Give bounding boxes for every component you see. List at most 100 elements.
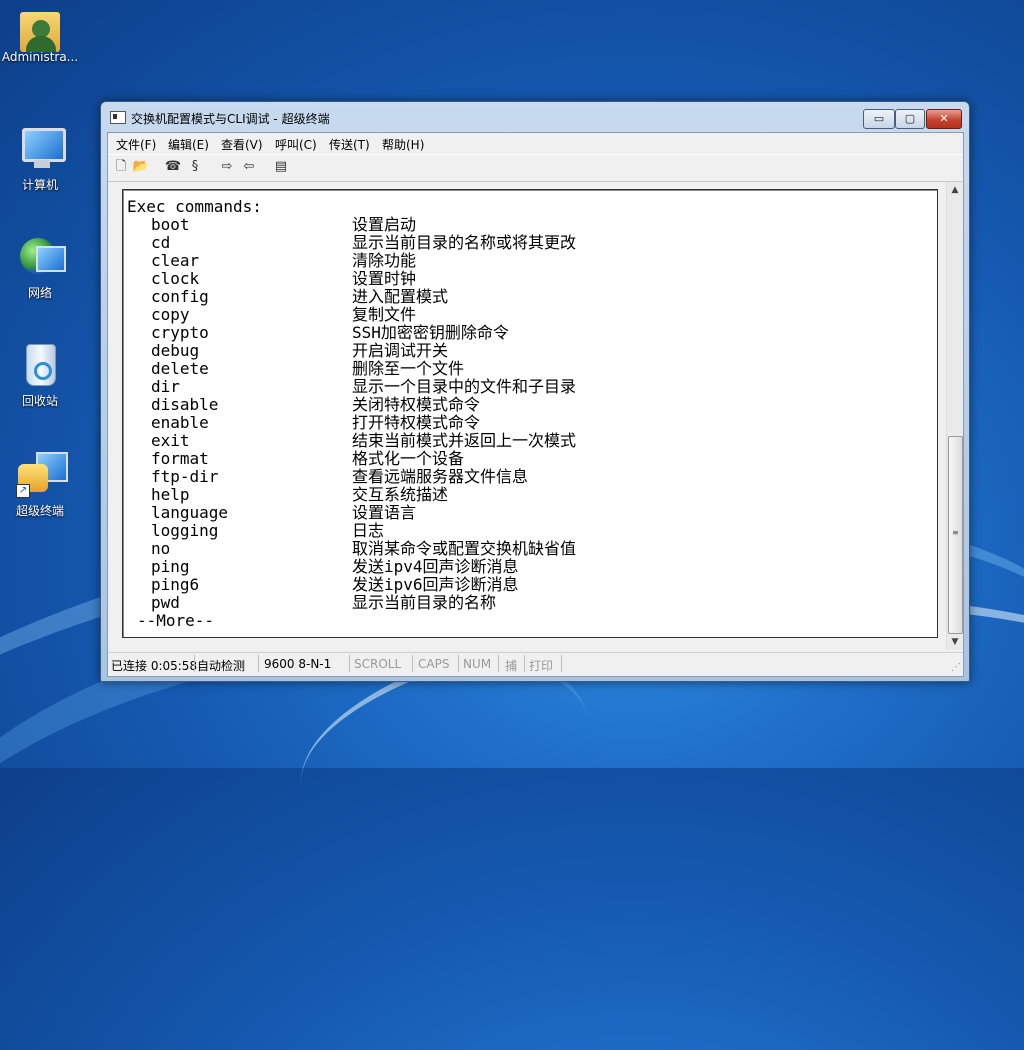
desktop-icon-network[interactable]: 网络 xyxy=(0,232,80,301)
command-description: 结束当前模式并返回上一次模式 xyxy=(352,431,577,450)
command-description: 设置启动 xyxy=(352,215,417,234)
status-capture: 捕 xyxy=(505,659,518,673)
window-title: 交换机配置模式与CLI调试 - 超级终端 xyxy=(131,112,330,126)
command-name: language xyxy=(151,503,229,522)
menu-bar: 文件(F) 编辑(E) 查看(V) 呼叫(C) 传送(T) 帮助(H) xyxy=(108,133,963,153)
command-description: 显示当前目录的名称或将其更改 xyxy=(352,233,577,252)
send-icon[interactable]: ⇨ xyxy=(218,158,236,176)
command-description: 显示一个目录中的文件和子目录 xyxy=(352,377,577,396)
command-description: 显示当前目录的名称 xyxy=(352,593,497,612)
command-name: ping6 xyxy=(151,575,200,594)
command-description: 设置语言 xyxy=(352,503,417,522)
command-name: ftp-dir xyxy=(151,467,219,486)
command-name: config xyxy=(151,287,209,306)
computer-icon xyxy=(16,124,66,172)
more-prompt: --More-- xyxy=(137,611,215,630)
status-bar: 已连接 0:05:58 自动检测 9600 8-N-1 SCROLL CAPS … xyxy=(108,652,963,675)
hyperterminal-window: 交换机配置模式与CLI调试 - 超级终端 ▭ ▢ ✕ 文件(F) 编辑(E) 查… xyxy=(100,101,970,682)
call-icon[interactable]: ☎ xyxy=(164,158,182,176)
status-caps: CAPS xyxy=(418,657,450,671)
status-detect: 自动检测 xyxy=(197,659,246,673)
command-name: crypto xyxy=(151,323,209,342)
command-description: 清除功能 xyxy=(352,251,417,270)
desktop-icon-label: 网络 xyxy=(27,286,52,300)
command-description: 格式化一个设备 xyxy=(352,449,465,468)
command-description: 查看远端服务器文件信息 xyxy=(352,467,529,486)
command-name: disable xyxy=(151,395,219,414)
command-description: 开启调试开关 xyxy=(352,341,449,360)
minimize-button[interactable]: ▭ xyxy=(863,109,895,129)
desktop-icon-label: 超级终端 xyxy=(15,504,64,518)
command-name: dir xyxy=(151,377,180,396)
desktop-icon-label: Administra... xyxy=(1,50,79,64)
new-icon[interactable]: 🗋 xyxy=(112,158,130,176)
toolbar: 🗋 📂 ☎ § ⇨ ⇦ ▤ xyxy=(108,154,963,182)
terminal-area: Exec commands: boot 设置启动 cd 显示当前目录的名称或将其更改 c… xyxy=(109,182,945,650)
hyperterminal-icon: ↗ xyxy=(16,450,68,498)
scroll-up-arrow[interactable]: ▲ xyxy=(947,182,963,198)
resize-grip[interactable]: ⋰ xyxy=(951,662,961,673)
command-name: no xyxy=(151,539,171,558)
desktop-icon-computer[interactable]: 计算机 xyxy=(0,124,80,193)
command-description: 日志 xyxy=(352,521,385,540)
command-name: clock xyxy=(151,269,200,288)
terminal-header: Exec commands: xyxy=(127,197,262,216)
app-icon[interactable] xyxy=(110,111,126,124)
network-icon xyxy=(16,232,66,280)
status-port: 9600 8-N-1 xyxy=(264,657,332,671)
command-name: clear xyxy=(151,251,200,270)
command-name: delete xyxy=(151,359,209,378)
scroll-thumb[interactable]: ≡ xyxy=(948,436,963,634)
command-name: debug xyxy=(151,341,200,360)
status-connected: 已连接 0:05:58 xyxy=(111,659,198,673)
user-folder-icon xyxy=(20,12,60,52)
terminal-screen[interactable]: Exec commands: boot 设置启动 cd 显示当前目录的名称或将其更改 c… xyxy=(122,189,938,638)
command-name: help xyxy=(151,485,190,504)
command-description: 取消某命令或配置交换机缺省值 xyxy=(352,539,577,558)
receive-icon[interactable]: ⇦ xyxy=(240,158,258,176)
maximize-button[interactable]: ▢ xyxy=(895,109,925,129)
desktop-icon-label: 计算机 xyxy=(21,178,58,192)
command-name: ping xyxy=(151,557,190,576)
menu-help[interactable]: 帮助(H) xyxy=(382,136,424,153)
command-description: 发送ipv6回声诊断消息 xyxy=(352,575,519,594)
menu-edit[interactable]: 编辑(E) xyxy=(168,136,209,153)
command-name: cd xyxy=(151,233,171,252)
command-name: logging xyxy=(151,521,219,540)
command-description: 设置时钟 xyxy=(352,269,417,288)
status-scroll: SCROLL xyxy=(354,657,402,671)
disconnect-icon[interactable]: § xyxy=(186,158,204,176)
command-name: format xyxy=(151,449,209,468)
command-name: exit xyxy=(151,431,190,450)
command-name: copy xyxy=(151,305,190,324)
command-name: boot xyxy=(151,215,190,234)
desktop-icon-recycle-bin[interactable]: 回收站 xyxy=(0,340,80,409)
properties-icon[interactable]: ▤ xyxy=(272,158,290,176)
status-num: NUM xyxy=(463,657,492,671)
command-description: 复制文件 xyxy=(352,305,417,324)
command-description: 发送ipv4回声诊断消息 xyxy=(352,557,519,576)
vertical-scrollbar[interactable]: ▲ ≡ ▼ xyxy=(946,182,963,650)
desktop-icon-label: 回收站 xyxy=(21,394,58,408)
scroll-down-arrow[interactable]: ▼ xyxy=(947,634,963,650)
title-bar[interactable]: 交换机配置模式与CLI调试 - 超级终端 ▭ ▢ ✕ xyxy=(101,102,969,132)
command-name: pwd xyxy=(151,593,180,612)
close-button[interactable]: ✕ xyxy=(926,109,962,129)
command-description: 进入配置模式 xyxy=(352,287,449,306)
window-client: 文件(F) 编辑(E) 查看(V) 呼叫(C) 传送(T) 帮助(H) 🗋 📂 … xyxy=(107,132,964,677)
desktop-icon-hyperterminal[interactable]: ↗ 超级终端 xyxy=(0,450,80,519)
recycle-bin-icon xyxy=(16,340,64,388)
menu-view[interactable]: 查看(V) xyxy=(221,136,263,153)
menu-transfer[interactable]: 传送(T) xyxy=(329,136,370,153)
open-icon[interactable]: 📂 xyxy=(132,158,150,176)
menu-call[interactable]: 呼叫(C) xyxy=(275,136,317,153)
status-print: 打印 xyxy=(529,659,554,673)
command-description: 打开特权模式命令 xyxy=(352,413,481,432)
command-name: enable xyxy=(151,413,209,432)
desktop-icon-administrator[interactable]: Administra... xyxy=(0,6,80,64)
command-description: SSH加密密钥删除命令 xyxy=(352,323,509,342)
command-description: 交互系统描述 xyxy=(352,485,449,504)
command-description: 删除至一个文件 xyxy=(352,359,465,378)
menu-file[interactable]: 文件(F) xyxy=(116,136,156,153)
command-description: 关闭特权模式命令 xyxy=(352,395,481,414)
